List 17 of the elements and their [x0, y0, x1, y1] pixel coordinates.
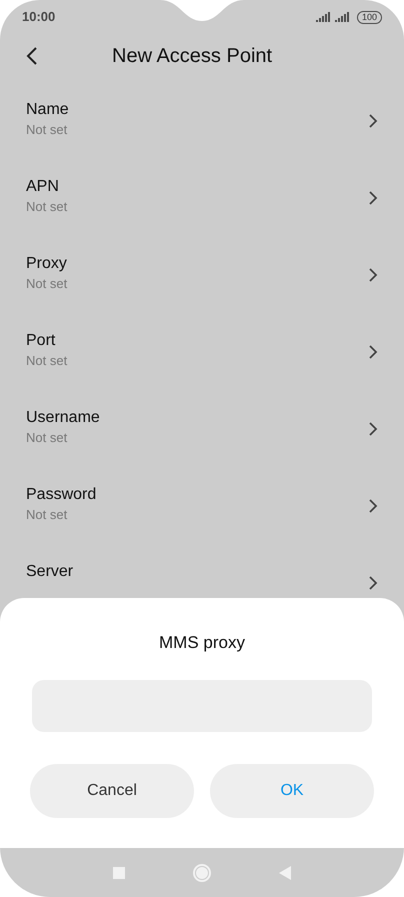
item-label: Name — [26, 100, 69, 120]
item-value: Not set — [26, 352, 68, 370]
item-label: Server — [26, 562, 74, 582]
item-label: Port — [26, 331, 56, 351]
item-label: APN — [26, 177, 60, 197]
dialog-title: MMS proxy — [159, 632, 245, 654]
item-value: Not set — [26, 198, 68, 216]
item-label: Username — [26, 408, 100, 428]
item-label: Proxy — [26, 254, 68, 274]
item-value: Not set — [26, 429, 68, 447]
page-title: New Access Point — [112, 44, 272, 69]
status-time: 10:00 — [22, 8, 56, 26]
item-value: Not set — [26, 506, 68, 524]
item-value: Not set — [26, 275, 68, 293]
battery-icon: 100 — [356, 10, 382, 24]
item-label: Password — [26, 485, 96, 505]
item-value: Not set — [26, 121, 68, 139]
